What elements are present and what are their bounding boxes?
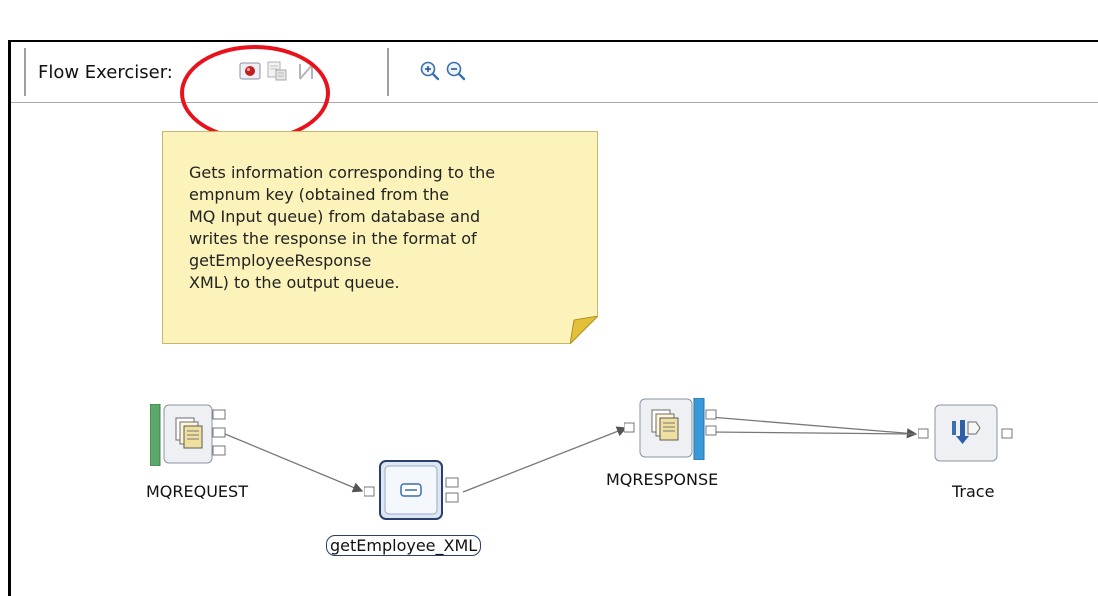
node-label-mqresponse: MQRESPONSE [606,470,719,489]
connection-getemployee-to-response[interactable] [462,426,628,493]
mapping-icon[interactable] [364,460,464,522]
node-label-mqrequest: MQREQUEST [146,482,248,501]
node-label-trace: Trace [952,482,995,501]
connection-response-to-trace-2[interactable] [709,431,917,435]
node-label-getemployee[interactable]: getEmployee_XML [326,535,482,556]
connection-response-to-trace-1[interactable] [709,416,918,439]
connections-layer [224,416,918,493]
trace-icon[interactable] [918,404,1018,464]
mq-input-icon[interactable] [150,404,230,466]
mq-output-icon[interactable] [624,398,718,460]
